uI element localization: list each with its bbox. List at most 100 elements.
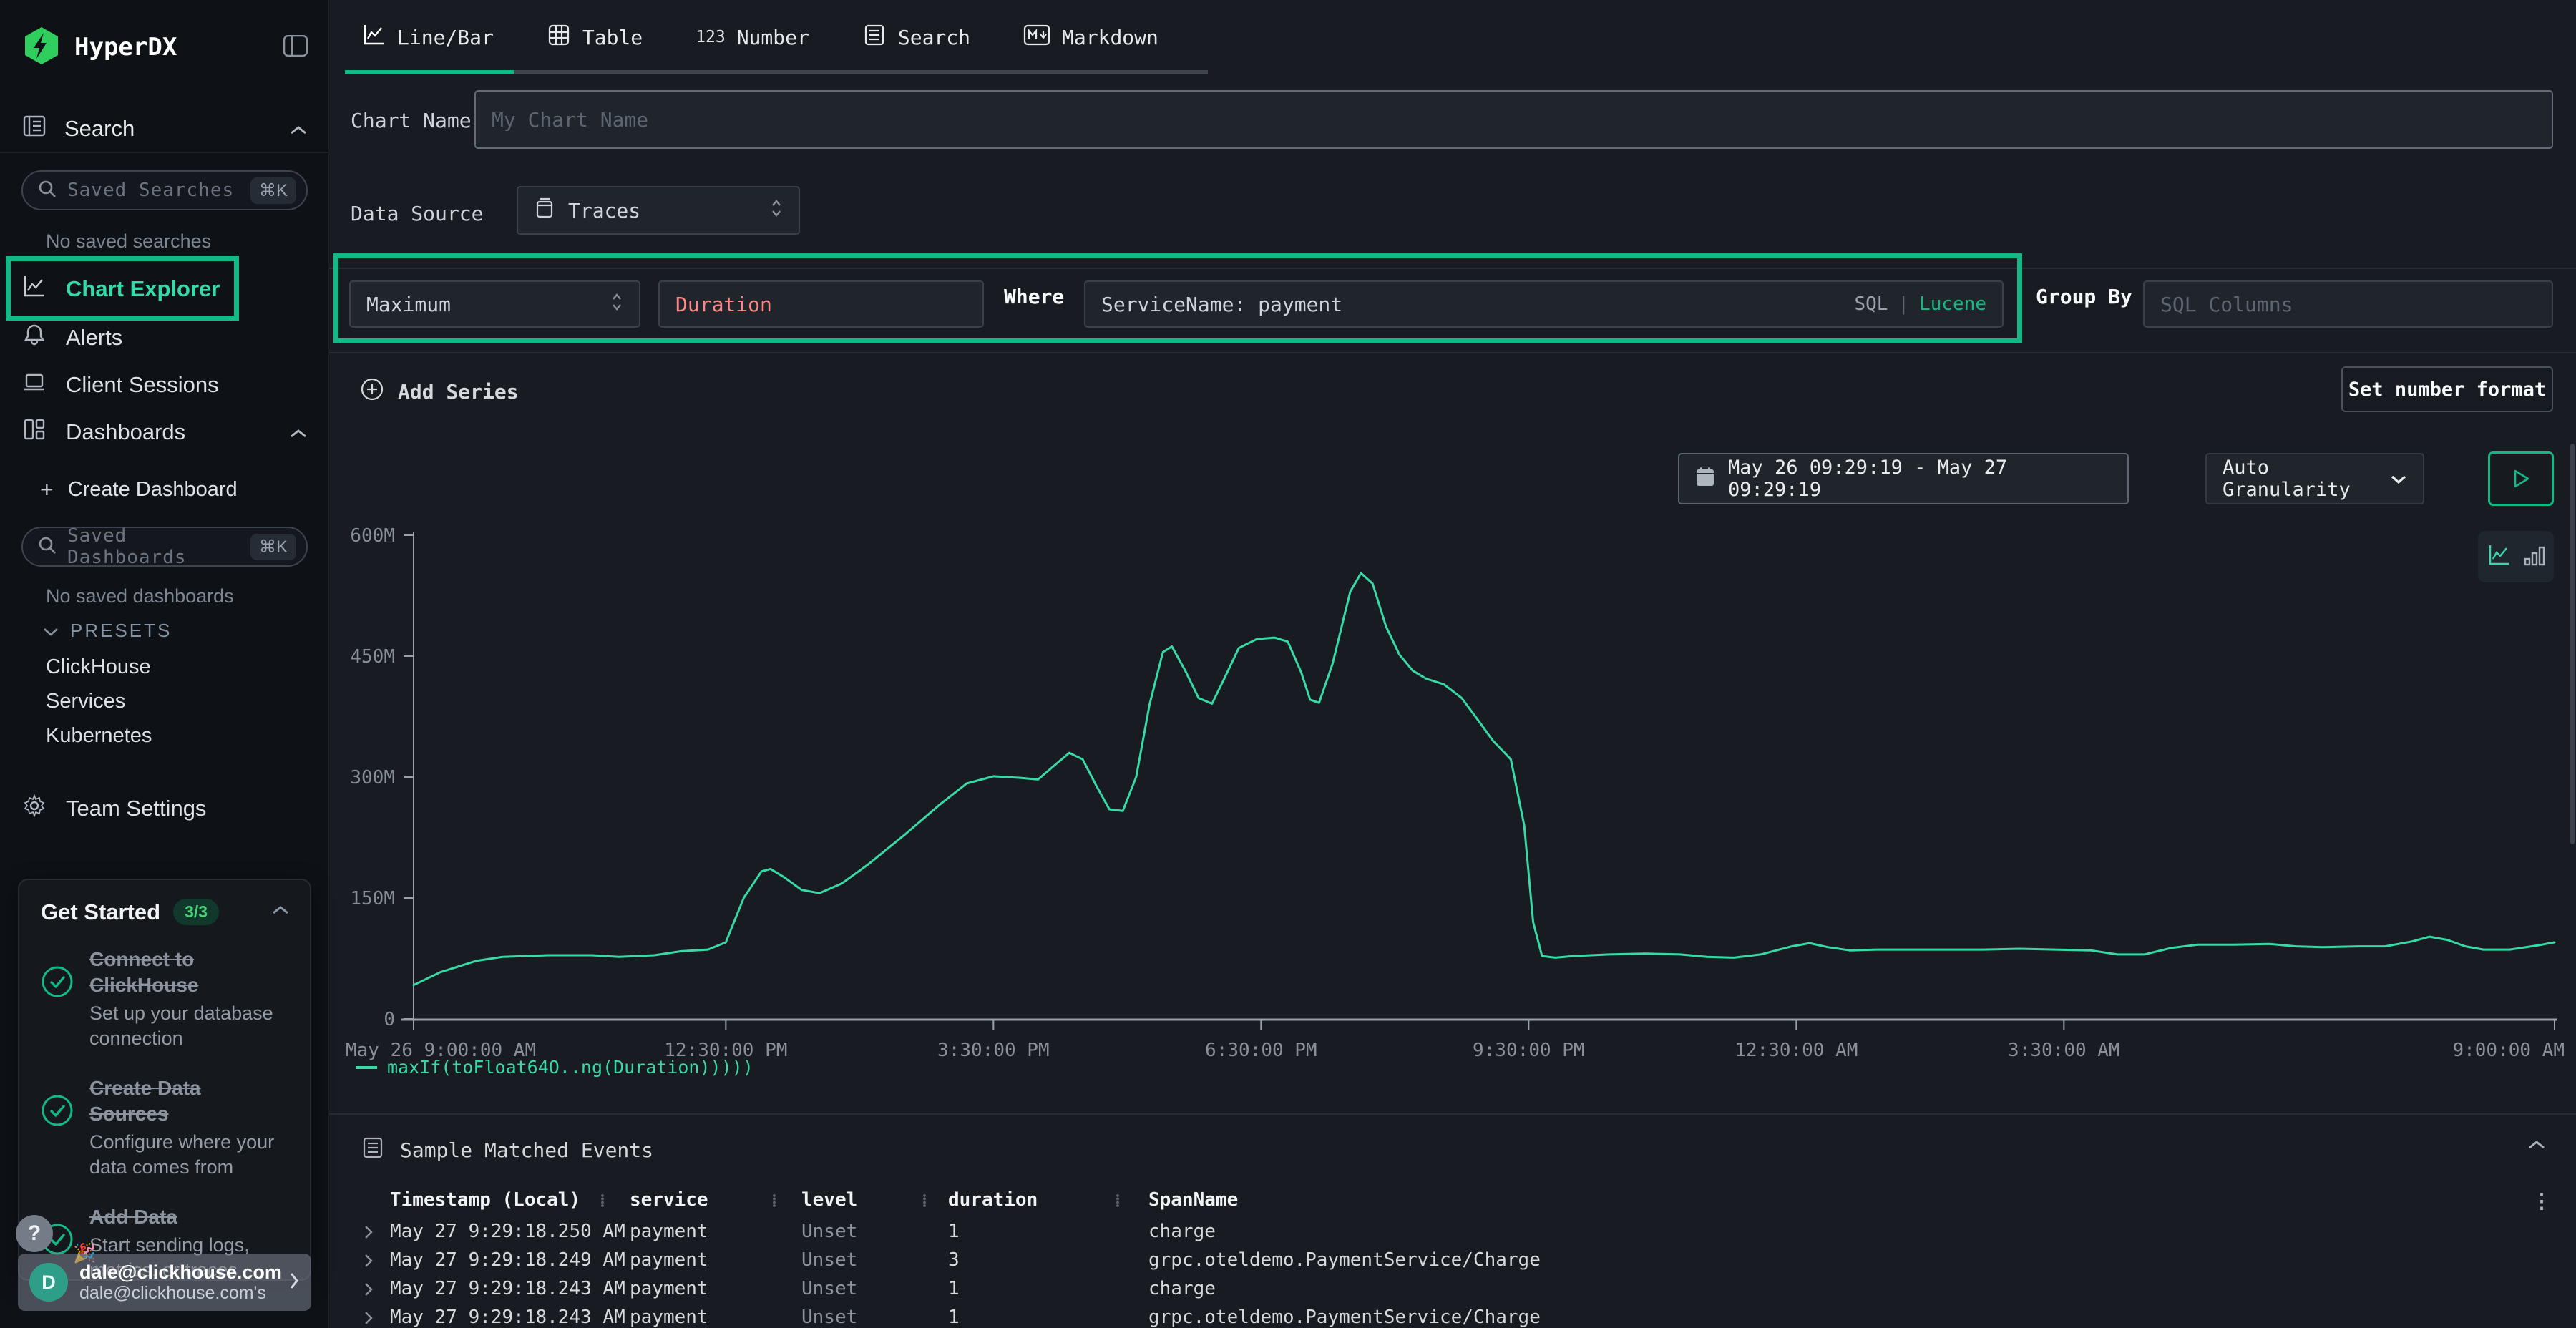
cell-duration: 1	[948, 1307, 960, 1328]
user-menu[interactable]: D dale@clickhouse.com dale@clickhouse.co…	[18, 1254, 311, 1311]
list-icon	[361, 1136, 384, 1164]
cell-service: payment	[630, 1221, 708, 1242]
granularity-select[interactable]: Auto Granularity	[2205, 453, 2424, 504]
table-row[interactable]: May 27 9:29:18.250 AMpaymentUnset1charge	[329, 1221, 2576, 1249]
no-saved-searches-text: No saved searches	[46, 230, 211, 253]
expand-row-icon[interactable]	[364, 1252, 374, 1274]
saved-searches-input[interactable]: Saved Searches ⌘K	[21, 170, 308, 210]
tab-markdown[interactable]: Markdown	[1023, 19, 1158, 56]
table-menu-icon[interactable]: ⋮	[2532, 1189, 2552, 1213]
run-query-button[interactable]	[2488, 451, 2554, 506]
markdown-icon	[1023, 24, 1050, 51]
presets-list: ClickHouseServicesKubernetes	[46, 650, 152, 753]
cell-timestamp: May 27 9:29:18.243 AM	[390, 1278, 625, 1299]
collapse-sidebar-icon[interactable]	[283, 35, 308, 60]
expand-row-icon[interactable]	[364, 1224, 374, 1245]
expand-row-icon[interactable]	[364, 1281, 374, 1302]
cell-spanname: charge	[1148, 1278, 1216, 1299]
create-dashboard-button[interactable]: + Create Dashboard	[40, 471, 326, 508]
app-logo[interactable]: HyperDX	[21, 26, 308, 69]
column-separator: ⁞	[771, 1191, 777, 1211]
sample-events-header[interactable]: Sample Matched Events	[361, 1136, 653, 1164]
search-icon	[37, 179, 57, 202]
preset-item-kubernetes[interactable]: Kubernetes	[46, 718, 152, 753]
tab-search[interactable]: Search	[862, 19, 970, 56]
help-button[interactable]: ?	[16, 1215, 53, 1252]
chart-name-label: Chart Name	[351, 109, 472, 132]
svg-text:150M: 150M	[350, 888, 395, 909]
line-chart-canvas[interactable]: 0150M300M450M600MMay 26 9:00:00 AM12:30:…	[329, 521, 2576, 1072]
app-name: HyperDX	[74, 33, 270, 62]
cell-service: payment	[630, 1249, 708, 1271]
preset-item-clickhouse[interactable]: ClickHouse	[46, 650, 152, 684]
get-started-item[interactable]: Create Data SourcesConfigure where your …	[19, 1061, 310, 1190]
sidebar-item-alerts[interactable]: Alerts	[21, 319, 308, 356]
dashboard-grid-icon	[21, 416, 47, 448]
cell-level: Unset	[801, 1307, 857, 1328]
expand-row-icon[interactable]	[364, 1309, 374, 1328]
sidebar: HyperDX Search Saved Searches ⌘K No save…	[0, 0, 329, 1328]
field-input[interactable]: Duration	[658, 280, 984, 328]
svg-text:450M: 450M	[350, 646, 395, 668]
date-range-value: May 26 09:29:19 - May 27 09:29:19	[1728, 456, 2112, 501]
cell-timestamp: May 27 9:29:18.243 AM	[390, 1307, 625, 1328]
user-team: dale@clickhouse.com's	[79, 1283, 277, 1303]
column-header-level[interactable]: level	[801, 1189, 857, 1211]
table-row[interactable]: May 27 9:29:18.249 AMpaymentUnset3grpc.o…	[329, 1249, 2576, 1278]
sidebar-item-team-settings[interactable]: Team Settings	[21, 790, 308, 827]
preset-item-services[interactable]: Services	[46, 684, 152, 718]
svg-text:600M: 600M	[350, 525, 395, 547]
sidebar-item-chart-explorer[interactable]: Chart Explorer	[21, 270, 308, 308]
where-input[interactable]: ServiceName: payment SQL | Lucene	[1084, 280, 2004, 328]
cell-duration: 1	[948, 1221, 960, 1242]
scrollbar-thumb[interactable]	[2570, 444, 2575, 844]
sidebar-item-client-sessions[interactable]: Client Sessions	[21, 366, 308, 404]
cell-level: Unset	[801, 1249, 857, 1271]
sidebar-item-dashboards[interactable]: Dashboards	[21, 414, 308, 451]
chart-legend[interactable]: maxIf(toFloat64O..ng(Duration)))))	[356, 1057, 753, 1078]
cell-spanname: grpc.oteldemo.PaymentService/Charge	[1148, 1307, 1541, 1328]
table-row[interactable]: May 27 9:29:18.243 AMpaymentUnset1charge	[329, 1278, 2576, 1307]
get-started-item[interactable]: Connect to ClickHouseSet up your databas…	[19, 932, 310, 1061]
aggregation-select[interactable]: Maximum	[349, 280, 640, 328]
column-header-service[interactable]: service	[630, 1189, 708, 1211]
collapse-section-icon[interactable]	[2527, 1139, 2546, 1154]
laptop-icon	[21, 369, 47, 401]
column-separator: ⁞	[1115, 1191, 1121, 1211]
search-section-icon	[21, 113, 47, 145]
chevron-up-icon[interactable]	[271, 904, 290, 919]
sidebar-section-search[interactable]: Search	[21, 112, 308, 146]
no-saved-dashboards-text: No saved dashboards	[46, 585, 234, 607]
plus-icon: +	[40, 477, 54, 503]
saved-searches-shortcut: ⌘K	[250, 177, 296, 204]
cell-timestamp: May 27 9:29:18.250 AM	[390, 1221, 625, 1242]
sidebar-item-label: Chart Explorer	[66, 276, 220, 302]
set-number-format-button[interactable]: Set number format	[2341, 366, 2553, 412]
column-header-duration[interactable]: duration	[948, 1189, 1038, 1211]
line-chart-icon	[21, 273, 47, 305]
search-icon	[37, 535, 57, 559]
lucene-toggle[interactable]: Lucene	[1919, 293, 1986, 315]
where-value: ServiceName: payment	[1101, 293, 1342, 316]
chevron-right-icon	[288, 1271, 300, 1294]
tab-number[interactable]: 123 Number	[696, 19, 809, 56]
tab-table[interactable]: Table	[547, 19, 643, 56]
add-series-button[interactable]: Add Series	[359, 376, 519, 407]
sidebar-item-label: Alerts	[66, 325, 122, 351]
column-header-spanname[interactable]: SpanName	[1148, 1189, 1238, 1211]
saved-dashboards-input[interactable]: Saved Dashboards ⌘K	[21, 527, 308, 567]
table-row[interactable]: May 27 9:29:18.243 AMpaymentUnset1grpc.o…	[329, 1307, 2576, 1328]
presets-group[interactable]: PRESETS	[43, 620, 172, 642]
column-header-timestamp[interactable]: Timestamp (Local)	[390, 1189, 580, 1211]
line-chart-icon	[361, 23, 386, 52]
hyperdx-logo-icon	[21, 26, 62, 69]
database-icon	[534, 197, 555, 225]
group-by-input[interactable]: SQL Columns	[2143, 280, 2553, 328]
chart-name-input[interactable]: My Chart Name	[474, 90, 2553, 149]
sql-toggle[interactable]: SQL	[1854, 293, 1888, 315]
data-source-label: Data Source	[351, 202, 483, 225]
date-range-input[interactable]: May 26 09:29:19 - May 27 09:29:19	[1678, 453, 2129, 504]
tab-line-bar[interactable]: Line/Bar	[361, 19, 494, 56]
data-source-select[interactable]: Traces	[517, 186, 800, 235]
get-started-item-title: Connect to ClickHouse	[89, 948, 199, 996]
